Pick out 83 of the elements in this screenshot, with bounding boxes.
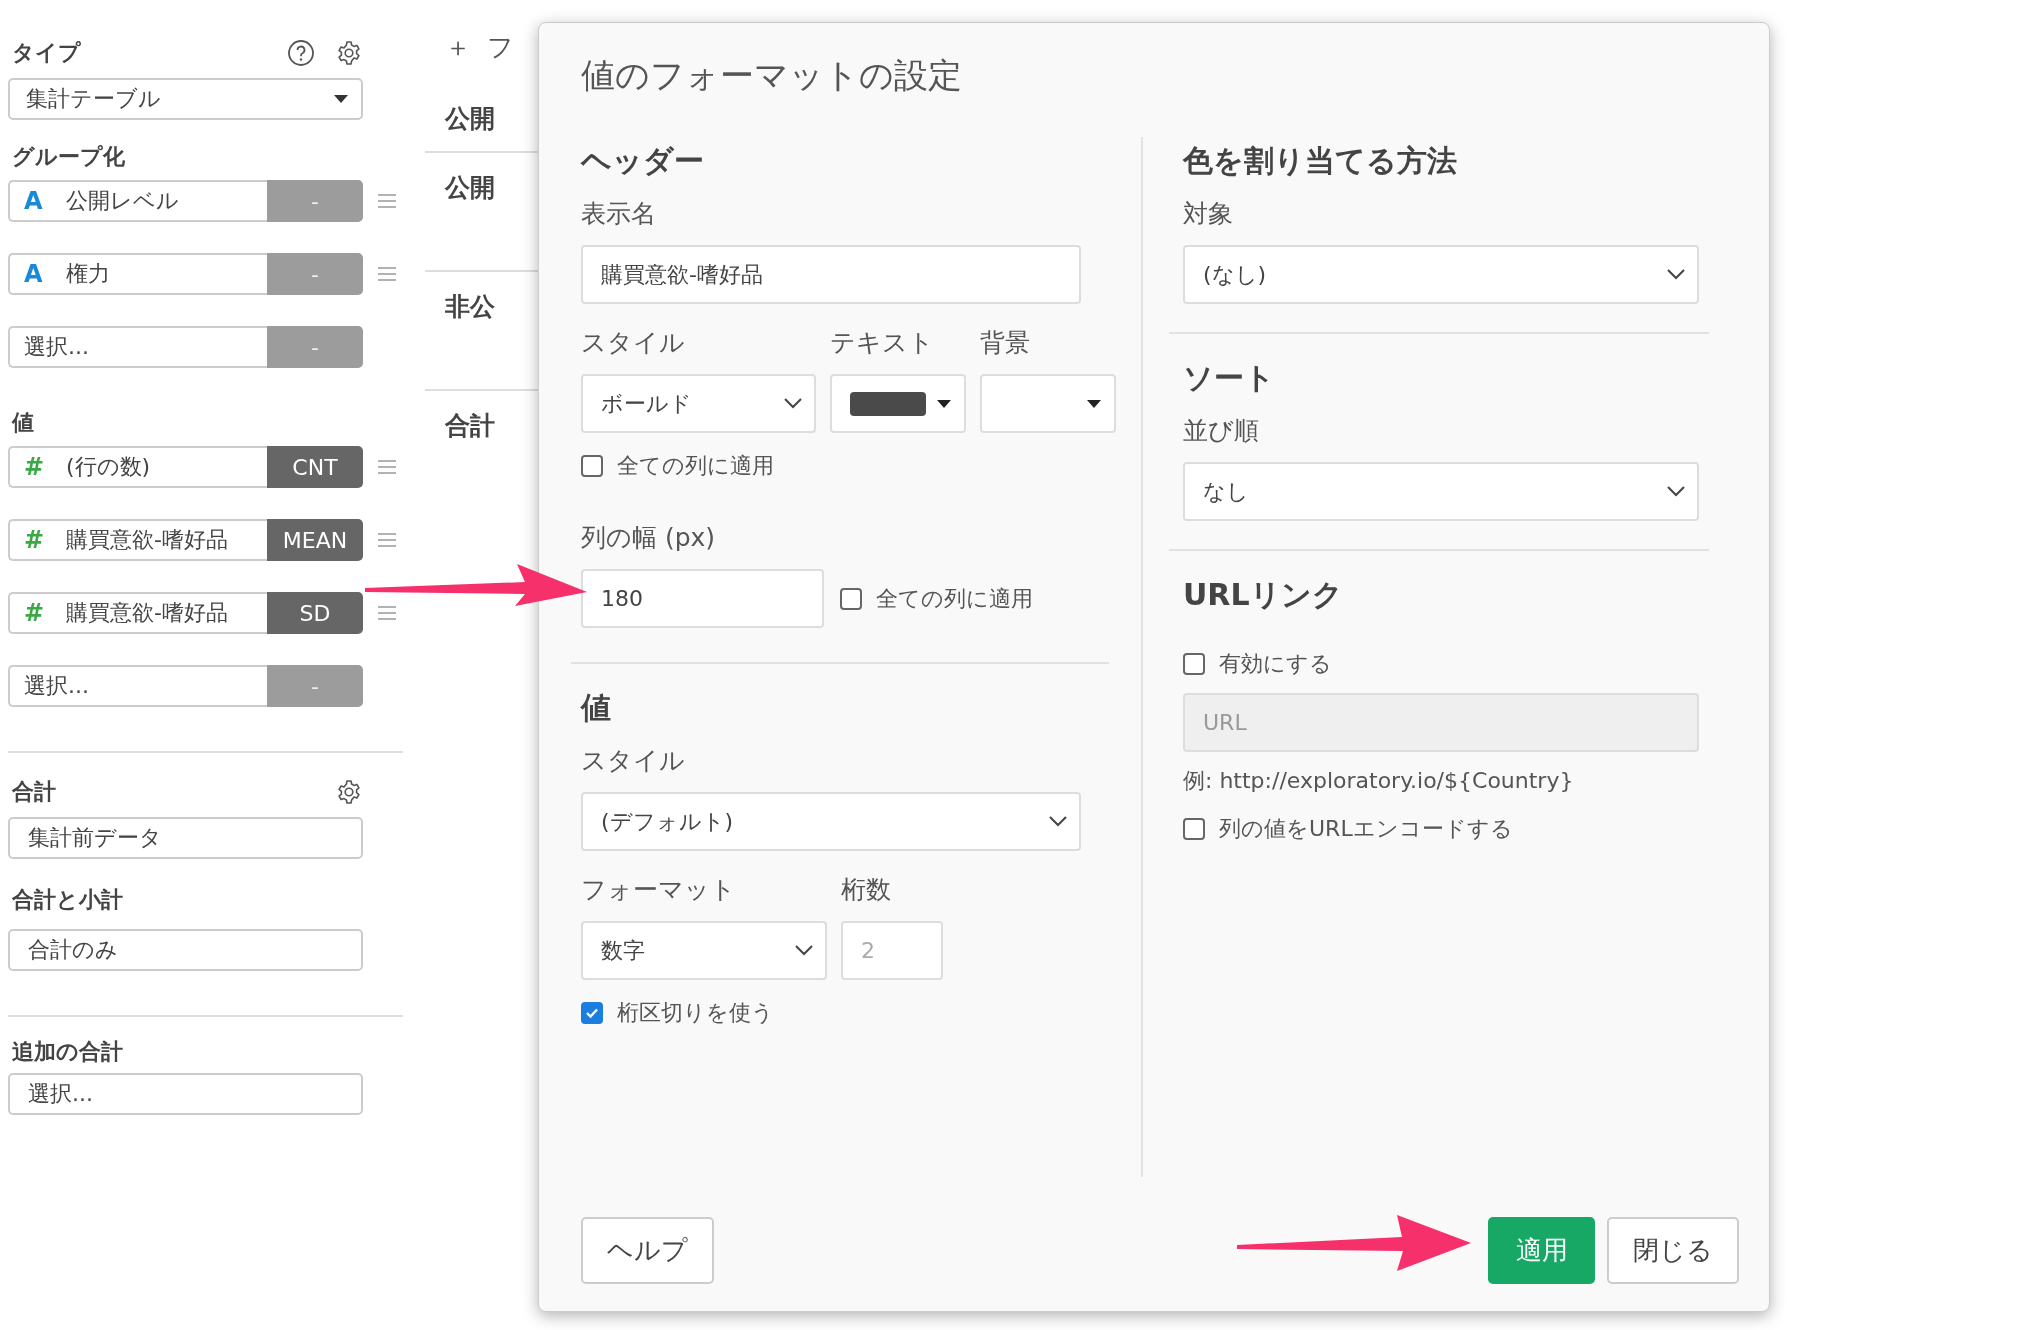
field-label: テキスト xyxy=(830,327,935,359)
extra-total-select[interactable]: 選択... xyxy=(8,1073,363,1115)
field-label: 背景 xyxy=(980,327,1031,359)
text-color-picker[interactable] xyxy=(830,374,966,433)
chevron-down-icon xyxy=(1667,269,1685,280)
section-heading: ソート xyxy=(1183,359,1276,397)
type-label: タイプ xyxy=(11,39,81,67)
section-heading: 色を割り当てる方法 xyxy=(1183,142,1458,180)
aggregation-button[interactable]: SD xyxy=(267,592,363,634)
column-select[interactable]: A 公開レベル xyxy=(8,180,267,222)
section-heading: 値 xyxy=(581,689,612,727)
total-select[interactable]: 集計前データ xyxy=(8,817,363,859)
add-link[interactable]: フ xyxy=(487,30,514,66)
chevron-down-icon xyxy=(795,945,813,956)
type-select[interactable]: 集計テーブル xyxy=(8,78,363,120)
dialog-button[interactable]: 閉じる xyxy=(1607,1217,1739,1284)
caret-icon xyxy=(333,94,349,104)
drag-handle-icon[interactable] xyxy=(377,459,397,475)
chevron-down-icon xyxy=(784,398,802,409)
field-label: スタイル xyxy=(581,745,686,777)
checkbox[interactable] xyxy=(581,455,603,477)
aggregation-button[interactable]: CNT xyxy=(267,446,363,488)
help-icon[interactable] xyxy=(287,39,315,67)
type-icon: # xyxy=(24,453,66,481)
field-label: 桁数 xyxy=(841,874,892,906)
checkbox[interactable] xyxy=(1183,818,1205,840)
column-select[interactable]: 選択... xyxy=(8,665,267,707)
section-label: 値 xyxy=(10,409,35,437)
type-icon: # xyxy=(24,599,66,627)
field-label: スタイル xyxy=(581,327,686,359)
aggregation-button[interactable]: MEAN xyxy=(267,519,363,561)
dialog-button[interactable]: ヘルプ xyxy=(581,1217,714,1284)
checkbox-label: 桁区切りを使う xyxy=(617,999,774,1027)
format-select[interactable]: 数字 xyxy=(581,921,827,980)
checkbox[interactable] xyxy=(581,1002,603,1024)
background-color-picker[interactable] xyxy=(980,374,1116,433)
column-select[interactable]: 選択... xyxy=(8,326,267,368)
digits-field[interactable]: 2 xyxy=(841,921,943,980)
display-name-field[interactable]: 購買意欲-嗜好品 xyxy=(581,245,1081,304)
type-icon: A xyxy=(24,187,66,215)
drag-handle-icon[interactable] xyxy=(377,532,397,548)
checkbox[interactable] xyxy=(840,587,862,610)
type-icon: A xyxy=(24,260,66,288)
subtotal-label: 合計と小計 xyxy=(11,886,124,914)
checkbox-label: 全ての列に適用 xyxy=(876,584,1033,613)
field-label: フォーマット xyxy=(581,874,737,906)
section-heading: ヘッダー xyxy=(581,142,705,180)
sort-order-select[interactable]: なし xyxy=(1183,462,1699,521)
drag-handle-icon[interactable] xyxy=(377,193,397,209)
color-target-select[interactable]: (なし) xyxy=(1183,245,1699,304)
checkbox-label: 列の値をURLエンコードする xyxy=(1219,815,1513,843)
extra-total-label: 追加の合計 xyxy=(11,1038,124,1066)
field-label: 列の幅 (px) xyxy=(581,522,717,554)
caret-icon xyxy=(936,398,952,409)
settings-icon[interactable] xyxy=(335,39,363,67)
section-label: グループ化 xyxy=(11,143,126,171)
checkbox[interactable] xyxy=(1183,653,1205,675)
table-cell-text: 合計 xyxy=(444,410,496,442)
column-width-field[interactable]: 180 xyxy=(581,569,824,628)
column-select[interactable]: # 購買意欲-嗜好品 xyxy=(8,592,267,634)
section-heading: URLリンク xyxy=(1183,576,1344,614)
example-text: 例: http://exploratory.io/${Country} xyxy=(1183,767,1575,795)
drag-handle-icon[interactable] xyxy=(377,266,397,282)
chevron-down-icon xyxy=(1049,816,1067,827)
field-label: 対象 xyxy=(1183,198,1234,230)
column-select[interactable]: A 権力 xyxy=(8,253,267,295)
column-select[interactable]: # 購買意欲-嗜好品 xyxy=(8,519,267,561)
field-label: 並び順 xyxy=(1183,415,1260,447)
type-icon: # xyxy=(24,526,66,554)
chevron-down-icon xyxy=(1667,486,1685,497)
subtotal-select[interactable]: 合計のみ xyxy=(8,929,363,971)
checkbox-label: 有効にする xyxy=(1219,650,1332,678)
field-label: 表示名 xyxy=(581,198,657,230)
caret-icon xyxy=(1086,398,1102,409)
style-select[interactable]: ボールド xyxy=(581,374,816,433)
value-style-select[interactable]: (デフォルト) xyxy=(581,792,1081,851)
column-select[interactable]: # (行の数) xyxy=(8,446,267,488)
total-label: 合計 xyxy=(11,778,56,806)
drag-handle-icon[interactable] xyxy=(377,605,397,621)
add-icon[interactable]: ＋ xyxy=(445,30,471,66)
checkbox-label: 全ての列に適用 xyxy=(617,452,774,480)
dialog-title: 値のフォーマットの設定 xyxy=(581,54,963,97)
settings-icon[interactable] xyxy=(335,778,363,806)
